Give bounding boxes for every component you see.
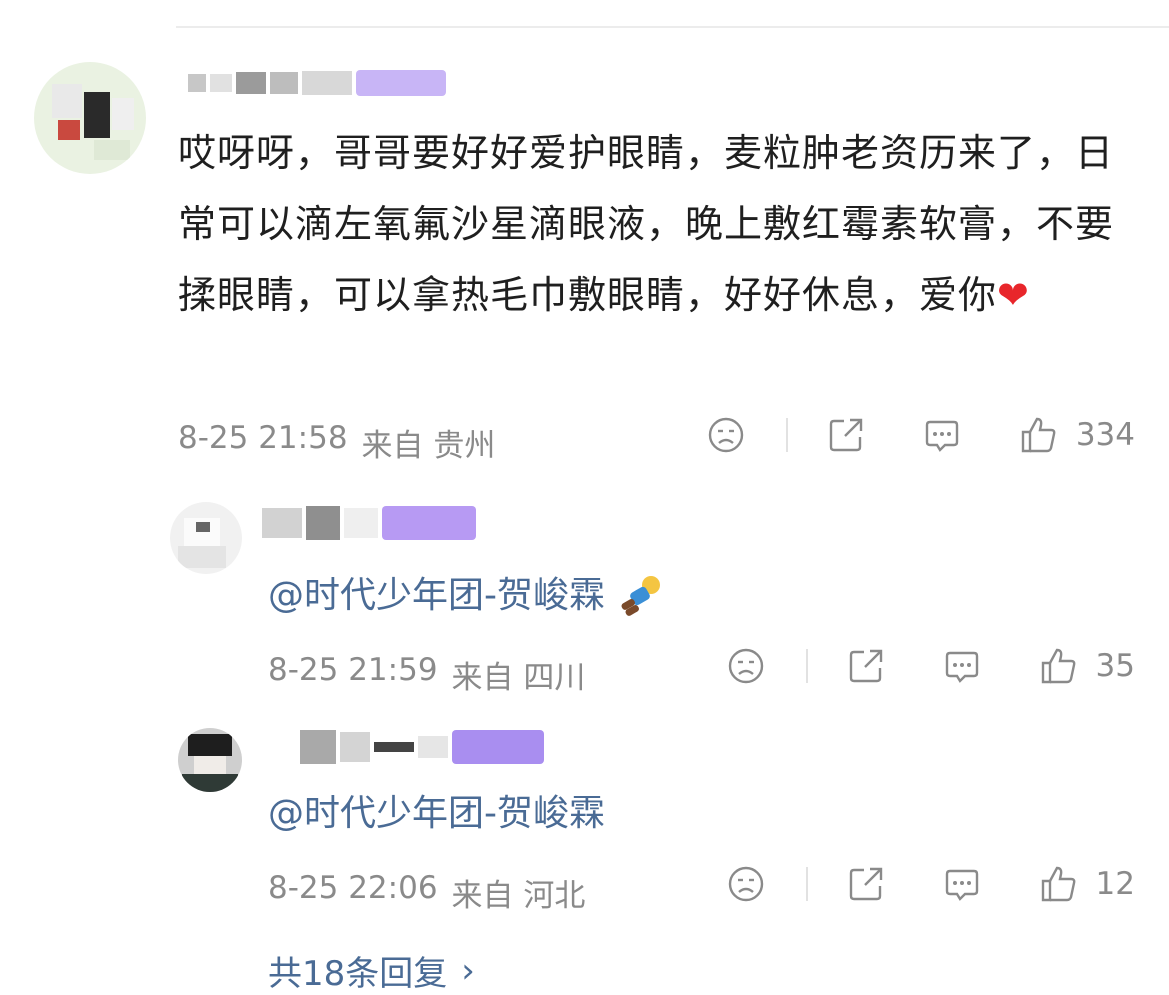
lying-figure-icon (617, 573, 665, 619)
divider (805, 867, 808, 901)
like-icon[interactable] (1018, 415, 1058, 455)
dislike-face-icon[interactable] (706, 415, 746, 455)
comment-actions: 334 (706, 415, 1135, 455)
comment-date: 8-25 21:58 (178, 420, 348, 456)
like-icon[interactable] (1038, 864, 1078, 904)
avatar[interactable] (170, 502, 242, 574)
comment-meta: 8-25 21:58 来自 贵州 (178, 420, 495, 465)
heart-icon: ❤ (997, 273, 1030, 317)
like-icon[interactable] (1038, 646, 1078, 686)
comment-text: 哎呀呀，哥哥要好好爱护眼睛，麦粒肿老资历来了，日常可以滴左氧氟沙星滴眼液，晚上敷… (178, 131, 1115, 317)
divider (805, 649, 808, 683)
divider (785, 418, 788, 452)
mention-link[interactable]: @时代少年团-贺峻霖 (268, 572, 605, 620)
more-replies-link[interactable]: 共18条回复 › (268, 946, 475, 995)
like-count: 35 (1095, 648, 1135, 684)
avatar[interactable] (178, 728, 242, 792)
reply-meta: 8-25 22:06 来自 河北 (268, 870, 585, 915)
dislike-face-icon[interactable] (726, 646, 766, 686)
reply-date: 8-25 22:06 (268, 870, 438, 906)
mention-link[interactable]: @时代少年团-贺峻霖 (268, 790, 605, 838)
reply-location: 来自 河北 (451, 878, 586, 914)
reply-text: @时代少年团-贺峻霖 (268, 790, 605, 838)
comment-icon[interactable] (942, 646, 982, 686)
username-blurred[interactable] (188, 70, 446, 96)
reply-location: 来自 四川 (451, 660, 586, 696)
chevron-right-icon: › (461, 950, 475, 991)
share-icon[interactable] (846, 646, 886, 686)
top-divider (176, 26, 1169, 28)
reply-text: @时代少年团-贺峻霖 (268, 572, 665, 620)
avatar[interactable] (34, 62, 146, 174)
reply-actions: 35 (726, 646, 1135, 686)
share-icon[interactable] (826, 415, 866, 455)
share-icon[interactable] (846, 864, 886, 904)
username-blurred[interactable] (300, 730, 544, 764)
username-blurred[interactable] (262, 506, 476, 540)
reply-actions: 12 (726, 864, 1135, 904)
dislike-face-icon[interactable] (726, 864, 766, 904)
like-count: 12 (1095, 866, 1135, 902)
more-replies-label: 共18条回复 (268, 954, 448, 994)
comment-location: 来自 贵州 (361, 428, 496, 464)
reply-date: 8-25 21:59 (268, 652, 438, 688)
comment-icon[interactable] (942, 864, 982, 904)
comment-icon[interactable] (922, 415, 962, 455)
reply-meta: 8-25 21:59 来自 四川 (268, 652, 585, 697)
like-count: 334 (1075, 417, 1135, 453)
